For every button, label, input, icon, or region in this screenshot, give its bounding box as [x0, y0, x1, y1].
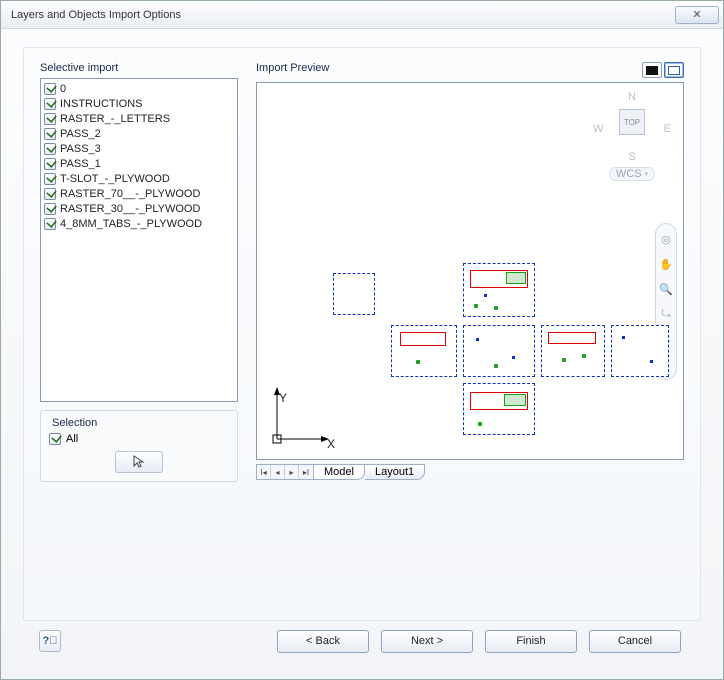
layer-checkbox[interactable] — [44, 173, 56, 185]
tab-layout1-label: Layout1 — [375, 466, 414, 478]
titlebar: Layers and Objects Import Options ✕ — [1, 1, 723, 29]
close-button[interactable]: ✕ — [675, 6, 719, 24]
columns: Selective import 0 INSTRUCTIONS RASTER_-_L… — [40, 62, 684, 482]
layer-list[interactable]: 0 INSTRUCTIONS RASTER_-_LETTERS PASS_2 PASS_… — [40, 78, 238, 402]
content-frame: Selective import 0 INSTRUCTIONS RASTER_-_L… — [23, 47, 701, 621]
cancel-button[interactable]: Cancel — [589, 630, 681, 653]
wcs-label: WCS — [616, 168, 642, 180]
viewcube-e: E — [664, 123, 671, 135]
layer-row[interactable]: 0 — [44, 81, 234, 96]
layer-checkbox[interactable] — [44, 218, 56, 230]
layer-checkbox[interactable] — [44, 203, 56, 215]
help-button[interactable]: ?⃝ — [39, 630, 61, 652]
layer-row[interactable]: PASS_2 — [44, 126, 234, 141]
wireframe-mode-button[interactable] — [664, 62, 684, 78]
pick-entities-button[interactable] — [115, 451, 163, 473]
layer-row[interactable]: PASS_1 — [44, 156, 234, 171]
help-icon: ?⃝ — [43, 635, 58, 647]
layer-name: RASTER_30__-_PLYWOOD — [60, 203, 200, 215]
tab-prev-button[interactable]: ◂ — [271, 465, 285, 479]
layer-row[interactable]: INSTRUCTIONS — [44, 96, 234, 111]
preview-header: Import Preview — [256, 62, 684, 78]
selection-group: Selection All — [40, 410, 238, 482]
layer-checkbox[interactable] — [44, 98, 56, 110]
layer-name: RASTER_70__-_PLYWOOD — [60, 188, 200, 200]
right-column: Import Preview N S W E TO — [256, 62, 684, 482]
tab-model[interactable]: Model — [314, 464, 365, 480]
layer-row[interactable]: RASTER_70__-_PLYWOOD — [44, 186, 234, 201]
layer-checkbox[interactable] — [44, 83, 56, 95]
dialog-window: Layers and Objects Import Options ✕ Sele… — [0, 0, 724, 680]
preview-label: Import Preview — [256, 62, 329, 74]
tab-nav: I◂ ◂ ▸ ▸I — [256, 464, 314, 480]
layer-name: PASS_1 — [60, 158, 101, 170]
axis-y-label: Y — [279, 391, 287, 405]
finish-button[interactable]: Finish — [485, 630, 577, 653]
layer-row[interactable]: 4_8MM_TABS_-_PLYWOOD — [44, 216, 234, 231]
view-cube[interactable]: N S W E TOP WCS — [595, 91, 669, 181]
layer-name: PASS_2 — [60, 128, 101, 140]
selection-all-label: All — [66, 433, 78, 445]
selection-all-checkbox[interactable] — [49, 433, 61, 445]
tab-first-button[interactable]: I◂ — [257, 465, 271, 479]
layer-name: 4_8MM_TABS_-_PLYWOOD — [60, 218, 202, 230]
layer-row[interactable]: RASTER_30__-_PLYWOOD — [44, 201, 234, 216]
cursor-icon — [133, 455, 145, 469]
layer-checkbox[interactable] — [44, 188, 56, 200]
layer-name: PASS_3 — [60, 143, 101, 155]
viewcube-w: W — [593, 123, 603, 135]
wizard-footer: ?⃝ < Back Next > Finish Cancel — [23, 621, 701, 669]
viewcube-s: S — [595, 151, 669, 163]
cad-drawing — [333, 263, 673, 460]
tab-next-button[interactable]: ▸ — [285, 465, 299, 479]
tab-model-label: Model — [324, 466, 354, 478]
display-mode-toggle — [642, 62, 684, 78]
layer-name: RASTER_-_LETTERS — [60, 113, 170, 125]
wcs-dropdown[interactable]: WCS — [609, 167, 655, 181]
layer-checkbox[interactable] — [44, 158, 56, 170]
layer-name: INSTRUCTIONS — [60, 98, 143, 110]
selection-group-title: Selection — [49, 417, 100, 429]
nav-wheel-icon[interactable]: ◎ — [657, 228, 675, 250]
viewcube-face-top[interactable]: TOP — [619, 109, 645, 135]
window-title: Layers and Objects Import Options — [11, 9, 181, 21]
layer-row[interactable]: PASS_3 — [44, 141, 234, 156]
sheet-tabs: I◂ ◂ ▸ ▸I Model Layout1 — [256, 462, 684, 482]
layer-row[interactable]: T-SLOT_-_PLYWOOD — [44, 171, 234, 186]
tab-layout1[interactable]: Layout1 — [365, 464, 425, 480]
next-button[interactable]: Next > — [381, 630, 473, 653]
dialog-body: Selective import 0 INSTRUCTIONS RASTER_-_L… — [1, 29, 723, 679]
close-icon: ✕ — [692, 8, 701, 21]
layer-name: T-SLOT_-_PLYWOOD — [60, 173, 170, 185]
layer-name: 0 — [60, 83, 66, 95]
selection-all-row: All — [49, 433, 229, 445]
layer-checkbox[interactable] — [44, 113, 56, 125]
wireframe-icon — [668, 66, 680, 75]
selective-import-label: Selective import — [40, 62, 238, 74]
shaded-icon — [646, 66, 658, 75]
layer-row[interactable]: RASTER_-_LETTERS — [44, 111, 234, 126]
layer-checkbox[interactable] — [44, 128, 56, 140]
layer-checkbox[interactable] — [44, 143, 56, 155]
tab-last-button[interactable]: ▸I — [299, 465, 313, 479]
shaded-mode-button[interactable] — [642, 62, 662, 78]
viewcube-n: N — [595, 91, 669, 103]
back-button[interactable]: < Back — [277, 630, 369, 653]
preview-viewport[interactable]: N S W E TOP WCS ◎ ✋ 🔍 ⤿ — [256, 82, 684, 460]
left-column: Selective import 0 INSTRUCTIONS RASTER_-_L… — [40, 62, 238, 482]
